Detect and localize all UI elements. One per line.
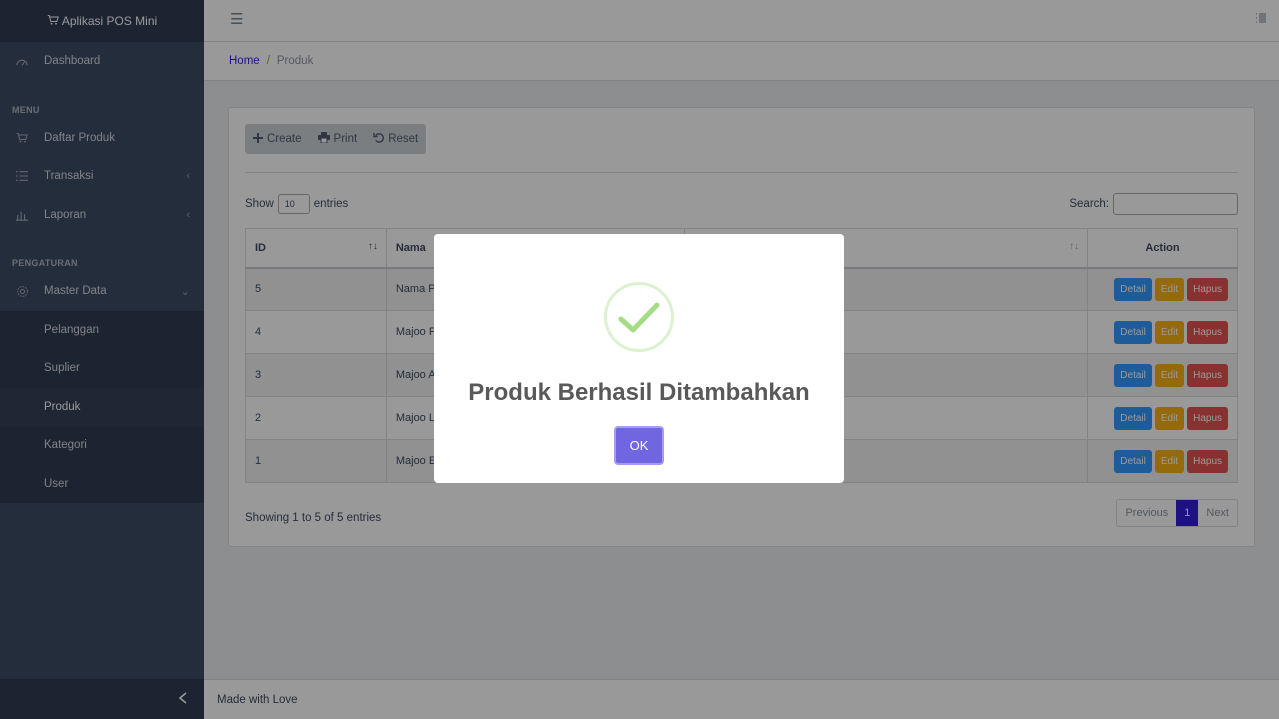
dialog-title: Produk Berhasil Ditambahkan <box>468 379 810 406</box>
success-check-icon <box>604 282 674 352</box>
success-dialog: Produk Berhasil Ditambahkan OK <box>434 234 844 483</box>
ok-button[interactable]: OK <box>614 426 664 465</box>
